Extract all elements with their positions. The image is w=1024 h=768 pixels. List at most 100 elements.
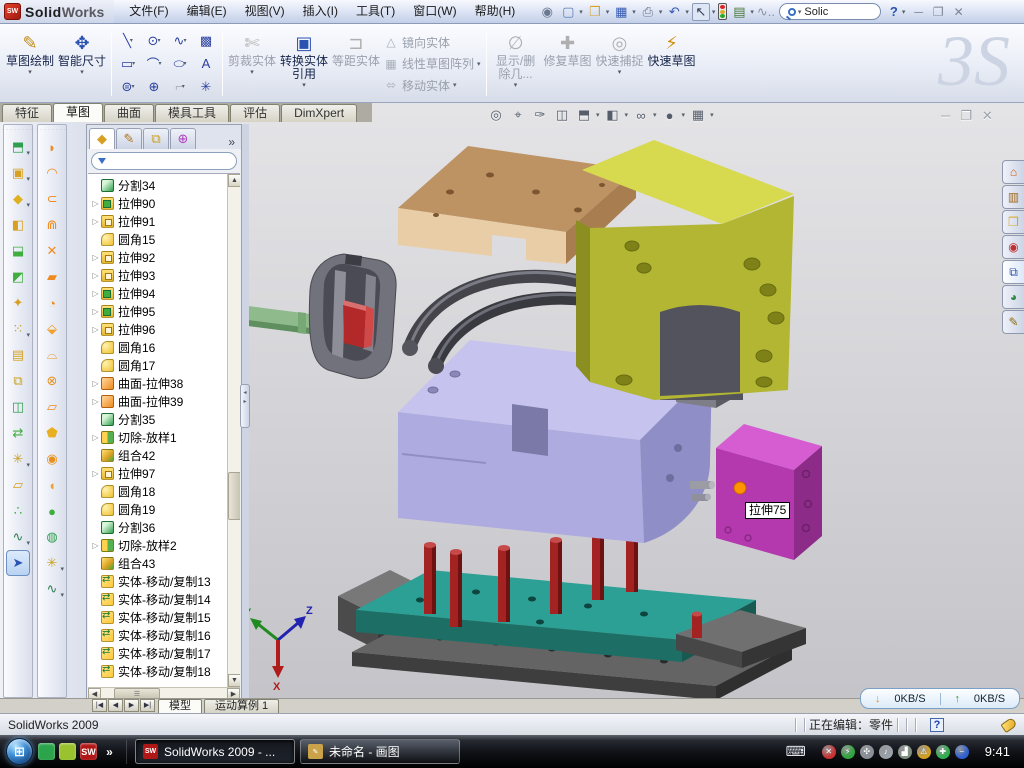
split-icon[interactable]: ◫ <box>6 394 30 420</box>
tree-item[interactable]: 实体-移动/复制14 <box>90 590 227 608</box>
print-icon-dropdown[interactable]: ▾ <box>659 8 663 16</box>
tree-item[interactable]: ▷拉伸96 <box>90 320 227 338</box>
restore-button[interactable]: ❐ <box>928 5 949 19</box>
tree-item[interactable]: 实体-移动/复制15 <box>90 608 227 626</box>
tree-item[interactable]: ▷切除-放样2 <box>90 536 227 554</box>
curve-icon[interactable]: ∴ <box>6 498 30 524</box>
update-icon[interactable]: ✣ <box>860 745 874 759</box>
help-icon[interactable]: ? <box>885 3 903 21</box>
smart-dimension-button[interactable]: ✥智能尺寸▾ <box>56 27 108 100</box>
section-view-icon[interactable]: ◫ <box>553 106 571 124</box>
rapid-sketch-button[interactable]: ⚡快速草图 <box>646 27 698 100</box>
tree-item[interactable]: 实体-移动/复制16 <box>90 626 227 644</box>
tree-filter-input[interactable] <box>91 152 237 170</box>
print-icon[interactable]: ⎙ <box>639 3 657 21</box>
doc-restore-button[interactable]: ❐ <box>960 108 972 124</box>
ruled-surface-icon[interactable]: ⊂ <box>40 186 64 212</box>
health-shield-icon[interactable]: ✚ <box>936 745 950 759</box>
status-help-icon[interactable]: ? <box>930 718 944 732</box>
polygon-icon[interactable]: ⊕ <box>141 75 167 98</box>
tree-item[interactable]: 分割35 <box>90 410 227 428</box>
doc-tab-模型[interactable]: 模型 <box>158 699 202 713</box>
thicken-icon[interactable]: ⬟ <box>40 420 64 446</box>
tree-item[interactable]: 圆角16 <box>90 338 227 356</box>
save-icon[interactable]: ▦ <box>612 3 630 21</box>
doc-close-button[interactable]: ✕ <box>982 108 993 124</box>
help-dropdown-icon[interactable]: ▾ <box>902 8 906 16</box>
search-value[interactable]: Solic <box>804 6 871 18</box>
combine-icon[interactable]: ⧉ <box>6 368 30 394</box>
custom-properties-tab[interactable]: ✎ <box>1002 310 1024 334</box>
tree-item[interactable]: 实体-移动/复制13 <box>90 572 227 590</box>
display-style-icon[interactable]: ◧ <box>604 106 622 124</box>
hide-show-items-icon-dropdown[interactable]: ▾ <box>653 111 657 119</box>
convert-entities-button[interactable]: ▣转换实体引用▾ <box>278 27 330 100</box>
volume-icon[interactable]: ♪ <box>879 745 893 759</box>
spline-icon[interactable]: ∿▾ <box>167 29 193 52</box>
selection-box-icon[interactable]: ▩ <box>193 29 219 52</box>
tree-item[interactable]: ▷拉伸91 <box>90 212 227 230</box>
tab-曲面[interactable]: 曲面 <box>104 104 154 122</box>
extend-surface-icon[interactable]: ⬙ <box>40 316 64 342</box>
tree-item[interactable]: ▷拉伸97 <box>90 464 227 482</box>
configurationmanager-tab[interactable]: ⧉ <box>143 128 169 149</box>
menu-item-4[interactable]: 工具(T) <box>347 0 404 23</box>
helix-icon[interactable]: ∿▾ <box>6 524 30 550</box>
freeform-icon[interactable]: ◍ <box>40 524 64 550</box>
featuremanager-tab[interactable]: ◆ <box>89 128 115 149</box>
view-orientation-icon-dropdown[interactable]: ▾ <box>596 111 600 119</box>
messenger-icon[interactable] <box>38 743 55 760</box>
sketch-overflow-icon[interactable]: ∿.. <box>757 3 775 21</box>
pin-icon[interactable]: ◉ <box>538 3 556 21</box>
delete-face-icon[interactable]: ● <box>40 498 64 524</box>
filled-surface-icon[interactable]: ◉ <box>40 446 64 472</box>
display-style-icon-dropdown[interactable]: ▾ <box>625 111 629 119</box>
menu-item-2[interactable]: 视图(V) <box>236 0 294 23</box>
edit-appearance-icon[interactable]: ● <box>661 106 679 124</box>
reference-geometry-icon[interactable]: ✳▾ <box>6 446 30 472</box>
vcr-button-3[interactable]: ▶| <box>140 699 155 712</box>
tree-item[interactable]: 实体-移动/复制17 <box>90 644 227 662</box>
taskbar-button[interactable]: SWSolidWorks 2009 - ... <box>135 739 295 764</box>
draft-icon[interactable]: ◩ <box>6 264 30 290</box>
instant3d-icon[interactable]: ➤ <box>6 550 30 576</box>
new-document-icon[interactable]: ▢ <box>559 3 577 21</box>
clamp-subassembly[interactable] <box>309 254 396 378</box>
scroll-thumb[interactable] <box>228 472 240 520</box>
undo-icon-dropdown[interactable]: ▾ <box>685 8 689 16</box>
view-palette-tab[interactable]: ⧉ <box>1002 260 1024 284</box>
boundary-surface-icon[interactable]: ✕ <box>40 238 64 264</box>
options-list-icon-dropdown[interactable]: ▾ <box>750 8 754 16</box>
text-icon[interactable]: A <box>193 52 219 75</box>
design-library-tab[interactable]: ▥ <box>1002 185 1024 209</box>
tree-item[interactable]: ▷拉伸93 <box>90 266 227 284</box>
splitter-grip[interactable]: ◂▸ <box>240 384 250 428</box>
solidworks-resources-tab[interactable]: ◉ <box>1002 235 1024 259</box>
doc-minimize-button[interactable]: ─ <box>941 108 950 124</box>
chevron-more-icon[interactable]: » <box>101 743 118 760</box>
tab-模具工具[interactable]: 模具工具 <box>155 104 229 122</box>
taskbar-button[interactable]: ✎未命名 - 画图 <box>300 739 460 764</box>
tree-item[interactable]: 分割34 <box>90 176 227 194</box>
open-icon[interactable]: ❒ <box>586 3 604 21</box>
menu-item-0[interactable]: 文件(F) <box>120 0 177 23</box>
planar-surface-icon[interactable]: ▰ <box>40 264 64 290</box>
slot-icon[interactable]: ⊜▾ <box>115 75 141 98</box>
view-orientation-icon[interactable]: ⬒ <box>575 106 593 124</box>
trim-surface-icon[interactable]: ⌓ <box>40 342 64 368</box>
tab-评估[interactable]: 评估 <box>230 104 280 122</box>
tab-草图[interactable]: 草图 <box>53 103 103 122</box>
zoom-to-selection-icon[interactable]: ✑ <box>531 106 549 124</box>
close-button[interactable]: ✕ <box>949 5 969 19</box>
search-input[interactable]: ▾ Solic <box>779 3 881 20</box>
apply-scene-icon[interactable]: ▦ <box>689 106 707 124</box>
panel-splitter[interactable]: ◂▸ <box>242 124 249 701</box>
plane-icon[interactable]: ▱ <box>6 472 30 498</box>
vcr-button-1[interactable]: ◀ <box>108 699 123 712</box>
menu-item-5[interactable]: 窗口(W) <box>404 0 465 23</box>
options-list-icon[interactable]: ▤ <box>730 3 748 21</box>
tree-item[interactable]: ▷拉伸94 <box>90 284 227 302</box>
surface-helix-icon[interactable]: ∿▾ <box>40 576 64 602</box>
tree-item[interactable]: ▷拉伸95 <box>90 302 227 320</box>
open-icon-dropdown[interactable]: ▾ <box>606 8 610 16</box>
